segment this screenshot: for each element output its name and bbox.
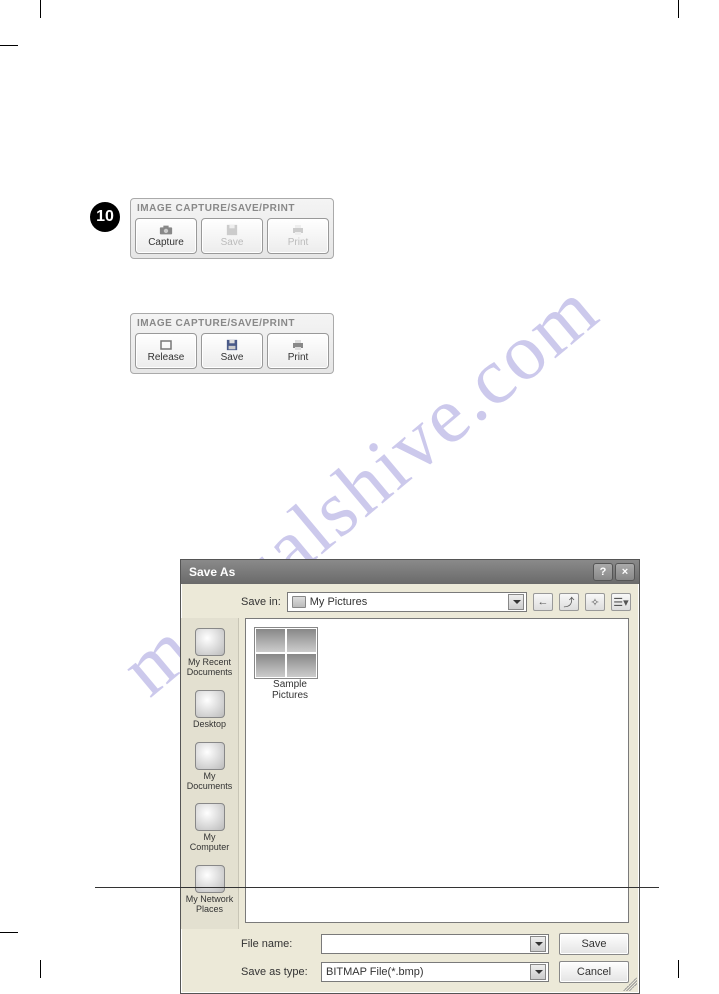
save-as-dialog: Save As ? × Save in: My Pictures ← ⤴ ✧ ☰… xyxy=(180,559,640,994)
page-footer-rule xyxy=(95,887,659,888)
recent-icon xyxy=(195,628,225,656)
release-icon xyxy=(159,339,173,351)
chevron-down-icon[interactable] xyxy=(508,594,524,610)
places-bar: My Recent Documents Desktop My Documents… xyxy=(181,618,239,929)
dialog-title: Save As xyxy=(189,565,235,579)
folder-icon xyxy=(292,596,306,608)
saveastype-label: Save as type: xyxy=(241,966,311,978)
floppy-icon xyxy=(225,224,239,236)
place-mydocs[interactable]: My Documents xyxy=(181,738,238,800)
place-label: My Network Places xyxy=(183,895,236,915)
savein-combo[interactable]: My Pictures xyxy=(287,592,527,612)
resize-grip[interactable] xyxy=(623,977,637,991)
place-label: My Documents xyxy=(183,772,236,792)
file-item[interactable]: Sample Pictures xyxy=(254,627,326,701)
back-button[interactable]: ← xyxy=(533,593,553,611)
desktop-icon xyxy=(195,690,225,718)
place-label: My Computer xyxy=(183,833,236,853)
savein-value: My Pictures xyxy=(310,596,367,608)
savein-label: Save in: xyxy=(241,596,281,608)
new-folder-icon: ✧ xyxy=(590,596,599,609)
question-icon: ? xyxy=(600,566,607,578)
view-menu-button[interactable]: ☰▾ xyxy=(611,593,631,611)
place-mynetwork[interactable]: My Network Places xyxy=(181,861,238,923)
place-mycomputer[interactable]: My Computer xyxy=(181,799,238,861)
floppy-icon xyxy=(225,339,239,351)
toolbar-title: IMAGE CAPTURE/SAVE/PRINT xyxy=(135,201,329,218)
toolbar-release: IMAGE CAPTURE/SAVE/PRINT Release Save Pr… xyxy=(130,313,334,374)
printer-icon xyxy=(291,339,305,351)
step-badge: 10 xyxy=(90,202,120,232)
close-icon: × xyxy=(622,566,628,578)
place-desktop[interactable]: Desktop xyxy=(181,686,238,738)
place-label: My Recent Documents xyxy=(183,658,236,678)
network-icon xyxy=(195,865,225,893)
file-label: Sample Pictures xyxy=(254,679,326,701)
toolbar-capture: IMAGE CAPTURE/SAVE/PRINT Capture Save Pr… xyxy=(130,198,334,259)
camera-icon xyxy=(159,224,173,236)
save-label: Save xyxy=(221,352,244,363)
save-button-disabled: Save xyxy=(201,218,263,254)
mydocs-icon xyxy=(195,742,225,770)
filename-input[interactable] xyxy=(321,934,549,954)
save-label: Save xyxy=(221,237,244,248)
release-label: Release xyxy=(148,352,185,363)
print-button[interactable]: Print xyxy=(267,333,329,369)
release-button[interactable]: Release xyxy=(135,333,197,369)
place-recent[interactable]: My Recent Documents xyxy=(181,624,238,686)
save-dialog-button[interactable]: Save xyxy=(559,933,629,955)
folder-up-icon: ⤴ xyxy=(564,594,575,610)
cancel-dialog-button[interactable]: Cancel xyxy=(559,961,629,983)
capture-label: Capture xyxy=(148,237,184,248)
file-list-pane[interactable]: Sample Pictures xyxy=(245,618,629,923)
thumbnail-icon xyxy=(254,627,318,679)
up-folder-button[interactable]: ⤴ xyxy=(559,593,579,611)
computer-icon xyxy=(195,803,225,831)
filename-label: File name: xyxy=(241,938,311,950)
dialog-titlebar[interactable]: Save As ? × xyxy=(181,560,639,584)
chevron-down-icon[interactable] xyxy=(530,936,546,952)
saveastype-value: BITMAP File(*.bmp) xyxy=(326,966,424,978)
save-button[interactable]: Save xyxy=(201,333,263,369)
close-button[interactable]: × xyxy=(615,563,635,581)
print-label: Print xyxy=(288,237,309,248)
saveastype-combo[interactable]: BITMAP File(*.bmp) xyxy=(321,962,549,982)
print-button-disabled: Print xyxy=(267,218,329,254)
view-icon: ☰▾ xyxy=(613,596,628,609)
help-button[interactable]: ? xyxy=(593,563,613,581)
place-label: Desktop xyxy=(193,720,226,730)
print-label: Print xyxy=(288,352,309,363)
toolbar-title: IMAGE CAPTURE/SAVE/PRINT xyxy=(135,316,329,333)
new-folder-button[interactable]: ✧ xyxy=(585,593,605,611)
capture-button[interactable]: Capture xyxy=(135,218,197,254)
printer-icon xyxy=(291,224,305,236)
